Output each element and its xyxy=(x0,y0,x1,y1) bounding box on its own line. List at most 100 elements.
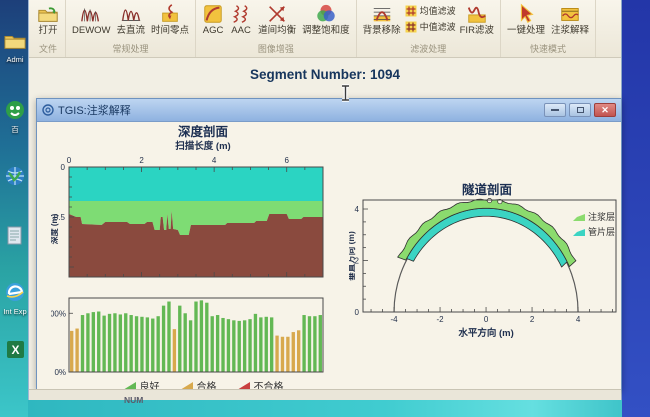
desktop-icon-user-folder[interactable]: Admi xyxy=(3,32,27,64)
ribbon-group-label: 滤波处理 xyxy=(361,41,496,57)
svg-text:2: 2 xyxy=(139,156,144,165)
time-zero-icon xyxy=(159,3,181,25)
ribbon-group: 背景移除均值滤波中值滤波FIR滤波滤波处理 xyxy=(357,0,501,57)
close-icon: ✕ xyxy=(601,106,609,115)
svg-text:0: 0 xyxy=(67,156,72,165)
svg-text:0%: 0% xyxy=(54,368,66,377)
median-filter-button[interactable]: 中值滤波 xyxy=(405,20,456,33)
ribbon-group-label: 文件 xyxy=(35,41,61,57)
tgis-app-icon xyxy=(42,104,54,116)
channel-balance-icon xyxy=(266,3,288,25)
maximize-button[interactable] xyxy=(569,103,591,117)
document-icon xyxy=(6,226,24,246)
svg-text:6: 6 xyxy=(284,156,289,165)
folder-icon xyxy=(4,32,26,50)
globe-icon xyxy=(5,166,25,186)
status-bar: NUM xyxy=(29,389,621,400)
svg-text:水平方向 (m): 水平方向 (m) xyxy=(458,327,513,339)
depth-chart-title: 深度剖面 xyxy=(51,124,355,140)
svg-text:4: 4 xyxy=(355,205,360,214)
time-zero-button[interactable]: 时间零点 xyxy=(149,2,191,37)
quality-bar-plot: 0% 100% xyxy=(51,294,351,378)
screen: Admi 百 Int Exp X 打开文件DEWOW去直流时间零点常规处理AGC… xyxy=(0,0,650,417)
desktop-icon-label: 百 xyxy=(3,126,27,134)
fir-filter-icon xyxy=(466,3,488,25)
app-window: 打开文件DEWOW去直流时间零点常规处理AGCAAC道间均衡调整饱和度图像增强背… xyxy=(28,0,622,400)
svg-text:4: 4 xyxy=(212,156,217,165)
saturation-button[interactable]: 调整饱和度 xyxy=(300,2,352,37)
dewow-icon xyxy=(80,3,102,25)
agc-button[interactable]: AGC xyxy=(200,2,226,37)
svg-text:-2: -2 xyxy=(436,315,444,324)
desktop-icon-documents[interactable] xyxy=(3,226,27,252)
desktop-background-left: Admi 百 Int Exp X xyxy=(0,0,28,417)
legend-item-segment-layer: 管片层 xyxy=(573,225,615,238)
svg-text:4: 4 xyxy=(576,315,581,324)
dc-remove-icon xyxy=(120,3,142,25)
quality-bar-chart: 0% 100% xyxy=(51,294,355,378)
dewow-button[interactable]: DEWOW xyxy=(70,2,113,37)
desktop-icon-excel[interactable]: X xyxy=(3,340,27,365)
title-area: Segment Number: 1094 xyxy=(29,58,621,98)
mean-filter-button[interactable]: 均值滤波 xyxy=(405,4,456,17)
segment-title: Segment Number: 1094 xyxy=(29,58,621,82)
resize-cursor-icon xyxy=(339,84,352,107)
ribbon-toolbar: 打开文件DEWOW去直流时间零点常规处理AGCAAC道间均衡调整饱和度图像增强背… xyxy=(29,0,621,58)
minimize-button[interactable] xyxy=(544,103,566,117)
background-removal-button[interactable]: 背景移除 xyxy=(361,2,403,37)
tgis-window-title: TGIS:注浆解释 xyxy=(58,102,541,118)
ribbon-group: 打开文件 xyxy=(31,0,66,57)
tunnel-legend: 注浆层 管片层 xyxy=(573,210,615,238)
fir-filter-button[interactable]: FIR滤波 xyxy=(458,2,496,37)
maximize-icon xyxy=(577,107,584,113)
num-lock-indicator: NUM xyxy=(124,395,143,405)
grouting-interpret-button[interactable]: 注浆解释 xyxy=(549,2,591,37)
svg-text:2: 2 xyxy=(530,315,535,324)
aac-icon xyxy=(230,3,252,25)
svg-text:X: X xyxy=(11,343,19,357)
open-icon xyxy=(37,3,59,25)
agc-icon xyxy=(202,3,224,25)
legend-marker-segment xyxy=(573,228,585,236)
svg-text:-4: -4 xyxy=(390,315,398,324)
saturation-icon xyxy=(315,3,337,25)
svg-text:垂直方向 (m): 垂直方向 (m) xyxy=(349,231,356,281)
channel-balance-button[interactable]: 道间均衡 xyxy=(256,2,298,37)
median-filter-icon xyxy=(405,21,417,33)
tunnel-profile-chart: 隧道剖面 -4-2024024水平方向 (m)垂直方向 (m) 注浆层 管片层 xyxy=(349,182,625,382)
desktop-icon-baidu[interactable]: 百 xyxy=(3,100,27,134)
tunnel-chart-title: 隧道剖面 xyxy=(349,182,625,198)
desktop-icon-label: Int Exp xyxy=(3,308,27,316)
tgis-titlebar[interactable]: TGIS:注浆解释 ✕ xyxy=(37,99,621,122)
ie-icon xyxy=(5,282,25,302)
open-button[interactable]: 打开 xyxy=(35,2,61,37)
legend-item-grouting-layer: 注浆层 xyxy=(573,210,615,223)
grouting-interpret-icon xyxy=(559,3,581,25)
depth-chart-xlabel: 扫描长度 (m) xyxy=(51,140,355,153)
desktop-background-bottom xyxy=(28,400,622,417)
desktop-icon-internet-explorer[interactable]: Int Exp xyxy=(3,282,27,316)
svg-text:深度 (m): 深度 (m) xyxy=(51,213,59,244)
aac-button[interactable]: AAC xyxy=(228,2,254,37)
desktop-background-right xyxy=(622,0,650,417)
desktop-icon-label: Admi xyxy=(3,56,27,64)
depth-profile-chart: 深度剖面 扫描长度 (m) 024600.5深度 (m) xyxy=(51,124,355,288)
tgis-content: 深度剖面 扫描长度 (m) 024600.5深度 (m) 0%100% 良好 合… xyxy=(37,122,621,388)
desktop-icon-globe[interactable] xyxy=(3,166,27,192)
dc-remove-button[interactable]: 去直流 xyxy=(115,2,148,37)
svg-text:100%: 100% xyxy=(51,309,66,318)
legend-marker-grouting xyxy=(573,213,585,221)
one-click-button[interactable]: 一键处理 xyxy=(505,2,547,37)
ribbon-group: 一键处理注浆解释快速模式 xyxy=(501,0,596,57)
svg-text:0: 0 xyxy=(355,308,360,317)
ribbon-group: DEWOW去直流时间零点常规处理 xyxy=(66,0,196,57)
ribbon-group-label: 图像增强 xyxy=(200,41,352,57)
ribbon-group-label: 常规处理 xyxy=(70,41,191,57)
depth-profile-plot: 024600.5深度 (m) xyxy=(51,153,351,285)
close-button[interactable]: ✕ xyxy=(594,103,616,117)
background-removal-icon xyxy=(371,3,393,25)
ribbon-group-label: 快速模式 xyxy=(505,41,591,57)
mean-filter-icon xyxy=(405,5,417,17)
minimize-icon xyxy=(551,109,559,111)
one-click-icon xyxy=(515,3,537,25)
